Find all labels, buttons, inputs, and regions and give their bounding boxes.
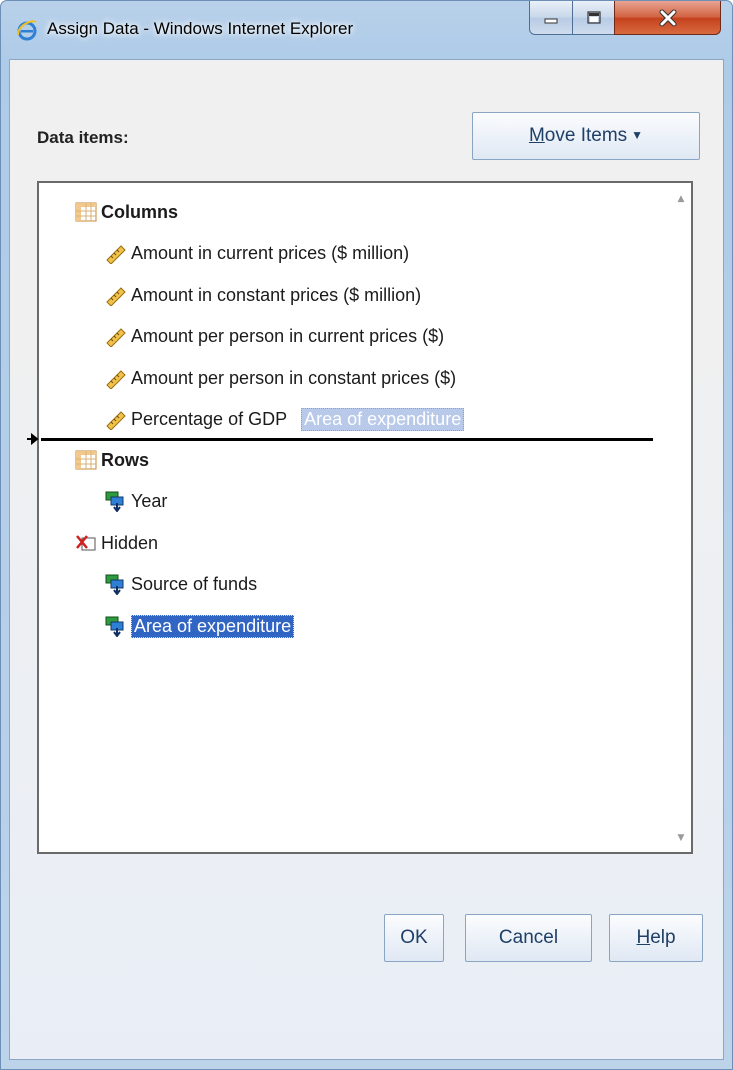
tree-item-label: Amount in current prices ($ million) (131, 242, 410, 263)
minimize-button[interactable] (529, 1, 573, 35)
scroll-up-arrow-icon[interactable]: ▲ (675, 193, 687, 205)
tree-item-label: Amount in constant prices ($ million) (131, 284, 422, 305)
drag-ghost-label: Area of expenditure (301, 407, 465, 431)
hidden-folder-icon (76, 535, 96, 551)
tree-node-label: Rows (101, 449, 150, 470)
tree-node-label: Hidden (101, 532, 159, 553)
browser-window: Assign Data - Windows Internet Explorer … (0, 0, 733, 1070)
vertical-scrollbar[interactable]: ▲ ▼ (671, 183, 691, 852)
dropdown-arrow-icon: ▼ (631, 128, 644, 142)
ruler-icon (106, 370, 126, 389)
tree-item-measure[interactable]: Amount per person in constant prices ($) (105, 364, 456, 392)
tree-item-label-selected: Area of expenditure (131, 614, 295, 638)
tree-item-category[interactable]: Source of funds (105, 570, 257, 598)
move-items-label: Move Items (528, 125, 628, 146)
tree-item-measure[interactable]: Amount per person in current prices ($) (105, 322, 444, 350)
ruler-icon (106, 328, 126, 347)
ok-button[interactable]: OK (384, 914, 444, 962)
category-hierarchy-icon (105, 491, 124, 512)
close-button[interactable] (614, 1, 721, 35)
maximize-icon (586, 10, 601, 24)
cancel-button[interactable]: Cancel (465, 914, 592, 962)
close-icon (659, 9, 676, 26)
tree-item-label: Year (131, 490, 168, 511)
data-items-label: Data items: (37, 128, 129, 147)
tree-node-label: Columns (101, 201, 179, 222)
table-grid-icon (75, 450, 97, 470)
maximize-button[interactable] (572, 1, 615, 35)
help-button[interactable]: Help (609, 914, 703, 962)
tree-item-measure[interactable]: Amount in current prices ($ million) (105, 239, 409, 267)
tree-item-label: Amount per person in current prices ($) (131, 325, 445, 346)
internet-explorer-icon (17, 20, 37, 41)
ruler-icon (106, 245, 126, 264)
move-items-button[interactable]: Move Items ▼ (472, 112, 700, 160)
tree-item-label: Percentage of GDP (131, 408, 288, 429)
tree-item-measure[interactable]: Percentage of GDP Area of expenditure (105, 405, 465, 433)
drop-insertion-line (41, 438, 653, 441)
tree-node-columns[interactable]: Columns (75, 198, 178, 226)
category-hierarchy-icon (105, 616, 124, 637)
window-title: Assign Data - Windows Internet Explorer (47, 19, 354, 38)
tree-node-rows[interactable]: Rows (75, 446, 149, 474)
category-hierarchy-icon (105, 574, 124, 595)
minimize-icon (544, 18, 558, 23)
title-bar[interactable]: Assign Data - Windows Internet Explorer (1, 1, 732, 59)
tree-item-measure[interactable]: Amount in constant prices ($ million) (105, 281, 421, 309)
data-items-tree[interactable]: Columns Amount in current prices ($ mill… (27, 181, 693, 854)
dialog-client-area: Data items: Move Items ▼ Columns Amount … (9, 59, 724, 1060)
drop-arrow-icon (27, 433, 39, 445)
ruler-icon (106, 411, 126, 430)
table-grid-icon (75, 202, 97, 222)
tree-item-category-selected[interactable]: Area of expenditure (105, 612, 295, 640)
ruler-icon (106, 287, 126, 306)
tree-item-category[interactable]: Year (105, 487, 167, 515)
tree-item-label: Source of funds (131, 573, 258, 594)
help-button-label: Help (636, 927, 676, 948)
tree-node-hidden[interactable]: Hidden (75, 529, 158, 557)
scroll-down-arrow-icon[interactable]: ▼ (675, 832, 687, 844)
tree-item-label: Amount per person in constant prices ($) (131, 367, 457, 388)
dialog-panel: Data items: Move Items ▼ Columns Amount … (10, 60, 723, 1059)
